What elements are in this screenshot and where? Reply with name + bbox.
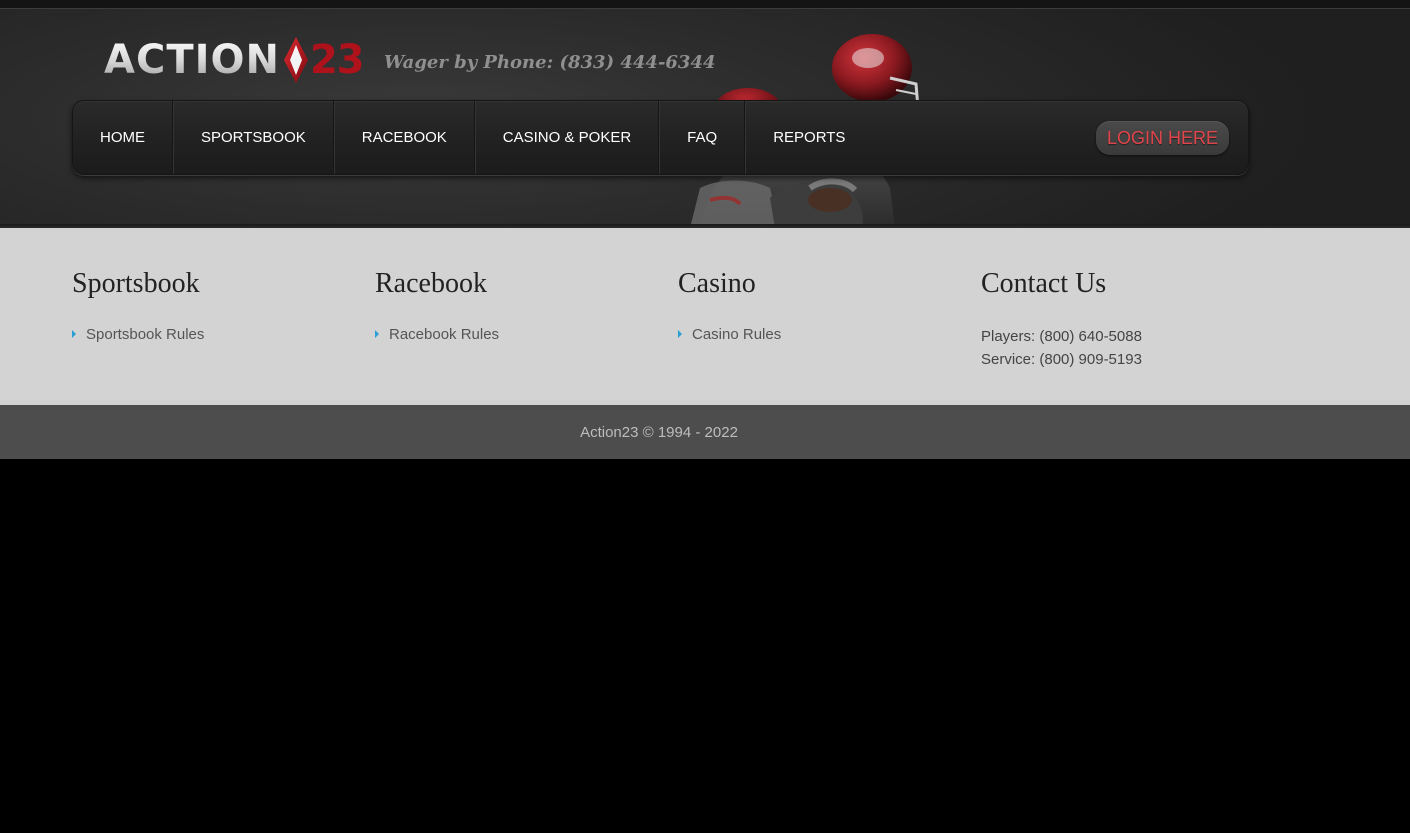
site-logo[interactable]: ACTION 23	[104, 34, 365, 86]
page: ACTION 23 Wager by Phone: (833) 444-6344…	[0, 0, 1410, 833]
nav-item-home[interactable]: HOME	[73, 101, 172, 174]
logo-diamond-icon	[283, 37, 308, 83]
nav-item-racebook[interactable]: RACEBOOK	[335, 101, 474, 174]
copyright-text: Action23 © 1994 - 2022	[580, 423, 738, 441]
wager-phone: Wager by Phone: (833) 444-6344	[384, 52, 716, 73]
racebook-rules-link[interactable]: Racebook Rules	[375, 326, 499, 343]
sportsbook-rules-link[interactable]: Sportsbook Rules	[72, 326, 204, 343]
bullet-icon	[375, 329, 379, 338]
footer-heading-contact: Contact Us	[981, 268, 1107, 299]
footer-column-racebook: Racebook Racebook Rules	[375, 268, 499, 343]
main-nav: HOME SPORTSBOOK RACEBOOK CASINO & POKER …	[72, 100, 1249, 175]
site-header: ACTION 23 Wager by Phone: (833) 444-6344…	[0, 0, 1410, 228]
service-phone: Service: (800) 909-5193	[981, 351, 1142, 368]
link-label: Racebook Rules	[389, 326, 500, 343]
login-button[interactable]: LOGIN HERE	[1096, 121, 1229, 155]
footer-links: Sportsbook Sportsbook Rules Racebook Rac…	[0, 228, 1410, 405]
bullet-icon	[678, 329, 682, 338]
logo-text: ACTION	[104, 37, 280, 83]
link-label: Sportsbook Rules	[86, 326, 205, 343]
copyright-bar: Action23 © 1994 - 2022	[0, 405, 1410, 459]
header-top-border	[0, 8, 1410, 9]
footer-heading-sportsbook: Sportsbook	[72, 268, 200, 299]
link-label: Casino Rules	[692, 326, 782, 343]
footer-heading-casino: Casino	[678, 268, 756, 299]
casino-rules-link[interactable]: Casino Rules	[678, 326, 781, 343]
footer-column-casino: Casino Casino Rules	[678, 268, 781, 343]
footer-column-contact: Contact Us Players: (800) 640-5088 Servi…	[981, 268, 1142, 371]
nav-item-casino-poker[interactable]: CASINO & POKER	[476, 101, 658, 174]
footer-column-sportsbook: Sportsbook Sportsbook Rules	[72, 268, 204, 343]
logo-number: 23	[309, 37, 365, 83]
players-phone: Players: (800) 640-5088	[981, 328, 1142, 345]
nav-item-reports[interactable]: REPORTS	[746, 101, 872, 174]
footer-heading-racebook: Racebook	[375, 268, 487, 299]
nav-item-sportsbook[interactable]: SPORTSBOOK	[174, 101, 333, 174]
nav-item-faq[interactable]: FAQ	[660, 101, 744, 174]
bullet-icon	[72, 329, 76, 338]
